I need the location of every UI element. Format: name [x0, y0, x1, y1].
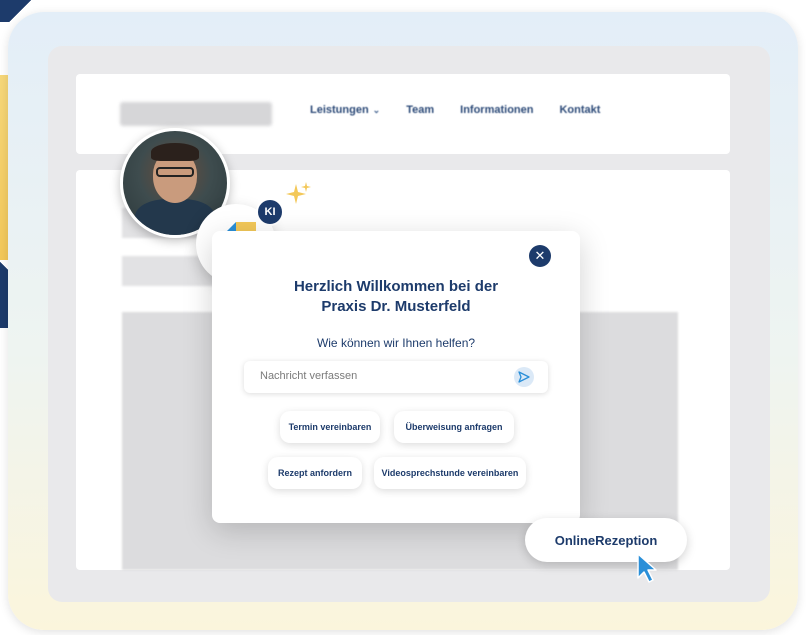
sparkle-icon: [286, 182, 311, 204]
send-button[interactable]: [514, 367, 534, 387]
ki-badge: KI: [256, 198, 284, 226]
close-button[interactable]: ✕: [529, 245, 551, 267]
chat-dialog: ✕ Herzlich Willkommen bei der Praxis Dr.…: [212, 231, 580, 523]
online-rezeption-button[interactable]: OnlineRezeption: [525, 518, 687, 562]
chip-ueberweisung-anfragen[interactable]: Überweisung anfragen: [394, 411, 514, 443]
dialog-subtitle: Wie können wir Ihnen helfen?: [316, 336, 476, 350]
cursor-icon: [637, 553, 657, 583]
site-nav: Leistungen ⌄ Team Informationen Kontakt: [310, 104, 600, 116]
close-icon: ✕: [534, 248, 546, 263]
chevron-down-icon: ⌄: [372, 104, 381, 115]
nav-item-informationen[interactable]: Informationen: [460, 104, 533, 116]
message-input-wrapper: [244, 361, 548, 393]
nav-item-team[interactable]: Team: [406, 104, 434, 116]
nav-item-leistungen[interactable]: Leistungen ⌄: [310, 104, 380, 116]
message-input[interactable]: [258, 369, 502, 383]
send-icon: [518, 371, 530, 383]
chip-termin-vereinbaren[interactable]: Termin vereinbaren: [280, 411, 380, 443]
dialog-title: Herzlich Willkommen bei der Praxis Dr. M…: [293, 278, 499, 315]
chip-rezept-anfordern[interactable]: Rezept anfordern: [268, 457, 362, 489]
chip-videosprechstunde-vereinbaren[interactable]: Videosprechstunde vereinbaren: [374, 457, 526, 489]
site-logo-placeholder: [120, 102, 272, 126]
nav-item-kontakt[interactable]: Kontakt: [559, 104, 600, 116]
